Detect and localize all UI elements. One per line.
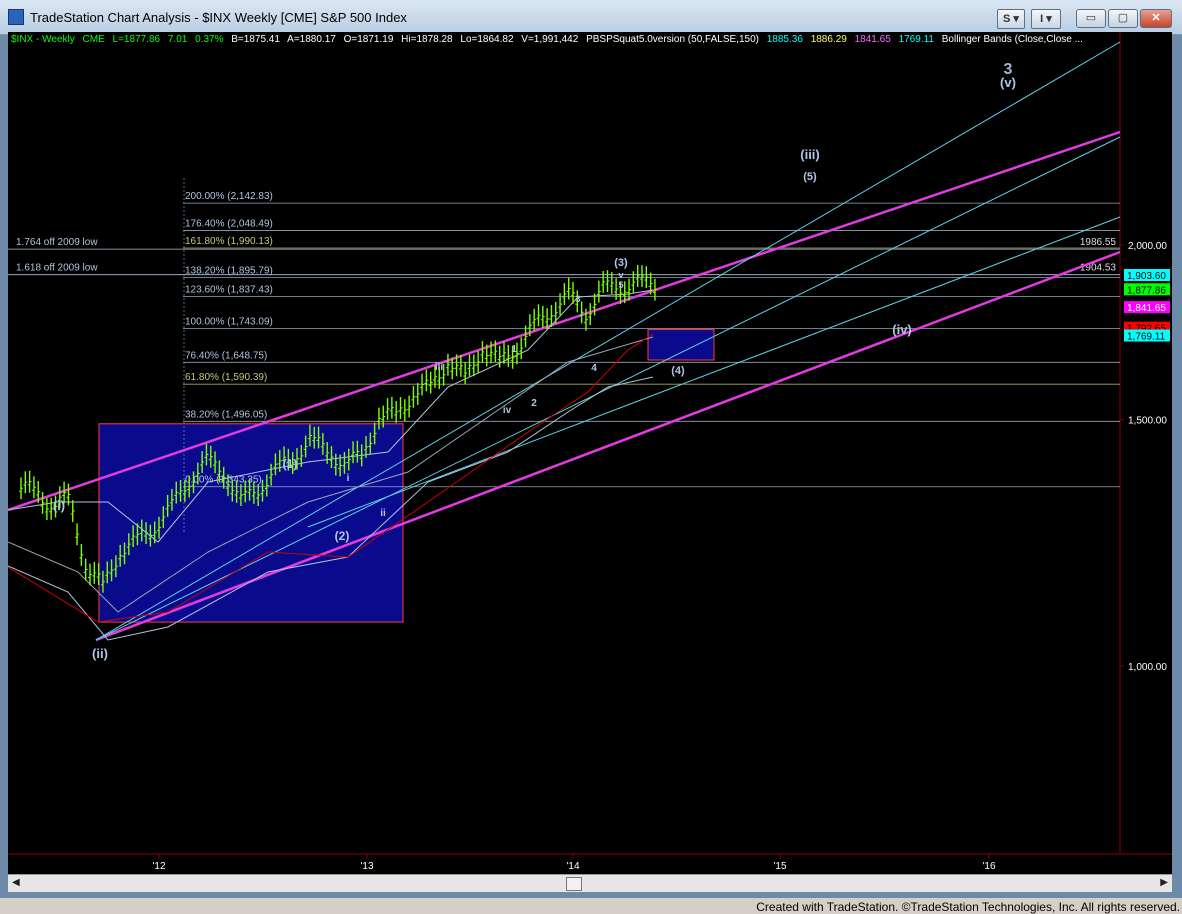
title-bar[interactable]: TradeStation Chart Analysis - $INX Weekl… xyxy=(0,0,1182,35)
price-tag-label-1: 1,877.86 xyxy=(1127,285,1166,296)
wave-label-11: iii xyxy=(435,362,444,373)
fib-label-8: 38.20% (1,496.05) xyxy=(185,409,267,420)
minimize-icon: ▭ xyxy=(1085,12,1097,24)
copyright-footer: Created with TradeStation. ©TradeStation… xyxy=(756,900,1180,914)
wave-label-9: 3 xyxy=(575,294,580,304)
chart-window: TradeStation Chart Analysis - $INX Weekl… xyxy=(0,0,1182,898)
fib-label-0: 200.00% (2,142.83) xyxy=(185,191,273,202)
wave-label-10: 1 xyxy=(511,344,517,355)
chart-area[interactable]: $INX - Weekly CME L=1877.86 7.01 0.37% B… xyxy=(8,32,1172,874)
wave-label-7: 5 xyxy=(618,280,623,290)
ref-value-0: 1986.55 xyxy=(1080,237,1117,248)
price-chart: 200.00% (2,142.83)176.40% (2,048.49)161.… xyxy=(8,32,1172,872)
x-tick-label-4: '16 xyxy=(982,861,995,872)
scroll-thumb[interactable] xyxy=(566,877,582,891)
app-icon xyxy=(8,9,24,25)
scroll-left-icon[interactable]: ◀ xyxy=(12,877,20,888)
wave-label-20: (ii) xyxy=(92,646,108,661)
scroll-right-icon[interactable]: ▶ xyxy=(1160,877,1168,888)
window-title: TradeStation Chart Analysis - $INX Weekl… xyxy=(30,10,407,25)
s-menu-button[interactable]: S ▾ xyxy=(997,9,1025,29)
y-tick-label-1: 1,500.00 xyxy=(1128,416,1167,427)
fib-label-5: 100.00% (1,743.09) xyxy=(185,317,273,328)
channel-line-4 xyxy=(307,216,1121,528)
close-icon: ✕ xyxy=(1151,12,1161,24)
wave-label-13: 2 xyxy=(531,398,537,409)
wave-label-17: ii xyxy=(380,508,386,519)
maximize-icon: ▢ xyxy=(1117,12,1129,24)
minimize-button[interactable]: ▭ xyxy=(1076,9,1106,28)
fib-label-1: 176.40% (2,048.49) xyxy=(185,218,273,229)
wave-label-8: (4) xyxy=(671,365,685,377)
x-tick-label-0: '12 xyxy=(152,861,165,872)
wave-label-12: 4 xyxy=(591,363,597,374)
x-tick-label-3: '15 xyxy=(773,861,786,872)
ref-label-1: 1.618 off 2009 low xyxy=(16,263,98,274)
i-menu-button[interactable]: I ▾ xyxy=(1031,9,1061,29)
ref-label-0: 1.764 off 2009 low xyxy=(16,237,98,248)
wave-label-14: iv xyxy=(503,405,512,416)
wave-label-19: (i) xyxy=(53,498,65,513)
x-tick-label-2: '14 xyxy=(566,861,579,872)
price-tag-label-4: 1,769.11 xyxy=(1127,332,1166,343)
wave-label-16: i xyxy=(347,473,350,484)
maximize-button[interactable]: ▢ xyxy=(1108,9,1138,28)
wave-label-4: (iv) xyxy=(892,322,912,337)
i-menu-label: I xyxy=(1040,13,1044,25)
price-tag-label-0: 1,903.60 xyxy=(1127,271,1166,282)
y-tick-label-0: 1,000.00 xyxy=(1128,662,1167,673)
close-button[interactable]: ✕ xyxy=(1140,9,1172,28)
wave-label-5: (3) xyxy=(614,257,628,269)
wave-label-1: (v) xyxy=(1000,75,1016,90)
y-tick-label-2: 2,000.00 xyxy=(1128,241,1167,252)
horizontal-scrollbar[interactable]: ◀ ▶ xyxy=(8,874,1172,892)
price-tag-label-2: 1,841.65 xyxy=(1127,303,1166,314)
s-menu-label: S xyxy=(1003,13,1011,25)
wave-label-15: (1) xyxy=(283,457,298,471)
channel-line-3 xyxy=(95,136,1121,641)
target-box-4 xyxy=(647,329,715,361)
fib-label-4: 123.60% (1,837.43) xyxy=(185,284,273,295)
wave-label-6: v xyxy=(618,270,623,280)
wave-label-3: (5) xyxy=(803,171,817,183)
fib-label-2: 161.80% (1,990.13) xyxy=(185,236,273,247)
fib-label-7: 61.80% (1,590.39) xyxy=(185,372,267,383)
channel-line-2 xyxy=(95,41,1121,641)
channel-line-0 xyxy=(8,130,1121,512)
wave-label-2: (iii) xyxy=(800,147,820,162)
x-tick-label-1: '13 xyxy=(360,861,373,872)
fib-label-6: 76.40% (1,648.75) xyxy=(185,350,267,361)
wave-label-18: (2) xyxy=(335,529,350,543)
